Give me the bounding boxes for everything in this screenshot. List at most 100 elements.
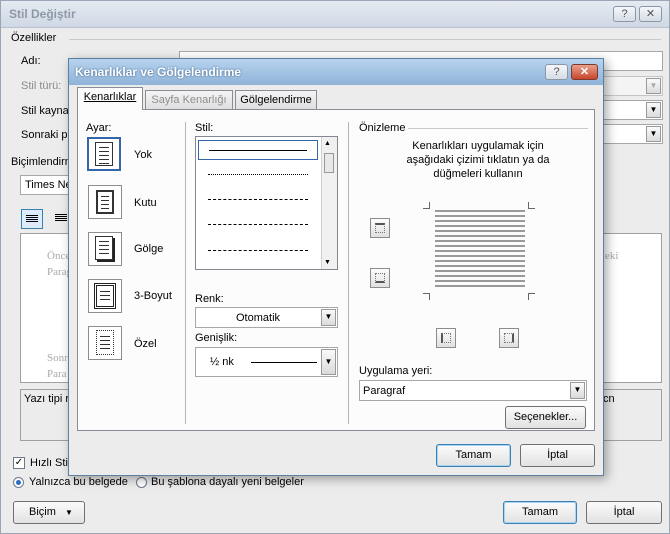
modify-style-titlebar: Stil Değiştir ? ✕ bbox=[1, 1, 669, 28]
borders-shading-dialog: Kenarlıklar ve Gölgelendirme ? ✕ Kenarlı… bbox=[68, 58, 604, 476]
apply-to-value: Paragraf bbox=[363, 385, 406, 397]
align-left-icon bbox=[26, 215, 38, 216]
chevron-down-icon[interactable]: ▼ bbox=[646, 102, 661, 118]
apply-to-select[interactable]: Paragraf ▼ bbox=[359, 380, 587, 401]
width-select[interactable]: ½ nk ▼ bbox=[195, 347, 338, 377]
align-center-icon[interactable] bbox=[55, 214, 67, 215]
preview-instructions: Kenarlıkları uygulamak için aşağıdaki çi… bbox=[406, 140, 550, 180]
left-border-button[interactable] bbox=[436, 328, 456, 348]
border-3d-icon bbox=[94, 283, 116, 309]
preview-text-lines bbox=[435, 210, 525, 288]
corner-mark bbox=[423, 202, 430, 209]
dashed-line-option[interactable] bbox=[208, 199, 308, 200]
chevron-down-icon[interactable]: ▼ bbox=[321, 349, 336, 375]
border-box-icon bbox=[96, 190, 114, 214]
help-button[interactable]: ? bbox=[613, 6, 636, 22]
color-value: Otomatik bbox=[236, 312, 281, 324]
properties-header: Özellikler bbox=[11, 32, 57, 44]
chevron-down-icon: ▼ bbox=[646, 78, 661, 94]
setting-none-button[interactable] bbox=[87, 137, 121, 171]
modify-style-title: Stil Değiştir bbox=[9, 7, 76, 21]
ok-button[interactable]: Tamam bbox=[503, 501, 577, 524]
style-list-scrollbar[interactable]: ▲ ▼ bbox=[321, 137, 337, 269]
chevron-down-icon[interactable]: ▼ bbox=[570, 382, 585, 399]
border-style-list[interactable]: ▲ ▼ bbox=[195, 136, 338, 270]
setting-box-button[interactable] bbox=[88, 185, 122, 219]
divider bbox=[185, 122, 186, 424]
scroll-thumb[interactable] bbox=[324, 153, 334, 173]
setting-custom-label: Özel bbox=[134, 338, 157, 350]
solid-line-icon bbox=[209, 150, 307, 151]
preview-text: Sonr bbox=[47, 352, 68, 364]
chevron-down-icon[interactable]: ▼ bbox=[646, 126, 661, 142]
chevron-down-icon[interactable]: ▼ bbox=[321, 309, 336, 326]
scroll-up-icon[interactable]: ▲ bbox=[324, 140, 331, 147]
width-label: Genişlik: bbox=[195, 332, 238, 344]
corner-mark bbox=[423, 293, 430, 300]
right-border-icon bbox=[504, 333, 514, 343]
tab-borders-label: Kenarlıklar bbox=[83, 91, 137, 103]
only-this-document-radio[interactable] bbox=[13, 477, 24, 488]
border-custom-icon bbox=[96, 330, 114, 355]
divider bbox=[69, 39, 661, 40]
preview-text: Önce bbox=[47, 250, 71, 262]
format-button[interactable]: Biçim ▼ bbox=[13, 501, 85, 524]
border-shadow-icon bbox=[95, 236, 113, 260]
formatting-header: Biçimlendirm bbox=[11, 156, 74, 168]
setting-none-label: Yok bbox=[134, 149, 152, 161]
align-left-button[interactable] bbox=[21, 209, 43, 229]
apply-to-label: Uygulama yeri: bbox=[359, 365, 433, 377]
scroll-down-icon[interactable]: ▼ bbox=[324, 259, 331, 266]
bottom-border-icon bbox=[375, 273, 385, 283]
divider bbox=[408, 128, 588, 129]
font-value: Times Ne bbox=[25, 179, 72, 191]
width-line-icon bbox=[251, 362, 317, 363]
cancel-button[interactable]: İptal bbox=[586, 501, 662, 524]
width-value: ½ nk bbox=[210, 356, 234, 368]
close-button[interactable]: ✕ bbox=[639, 6, 662, 22]
ok-button[interactable]: Tamam bbox=[436, 444, 511, 467]
borders-shading-title: Kenarlıklar ve Gölgelendirme bbox=[75, 65, 242, 79]
chevron-down-icon: ▼ bbox=[64, 508, 73, 517]
preview-text: Para bbox=[47, 368, 67, 380]
cancel-button[interactable]: İptal bbox=[520, 444, 595, 467]
setting-shadow-button[interactable] bbox=[88, 232, 122, 266]
top-border-button[interactable] bbox=[370, 218, 390, 238]
right-border-button[interactable] bbox=[499, 328, 519, 348]
name-label: Adı: bbox=[21, 55, 41, 67]
options-button[interactable]: Seçenekler... bbox=[505, 406, 586, 429]
close-button[interactable]: ✕ bbox=[571, 64, 598, 80]
dash-dot-line-option[interactable] bbox=[208, 250, 308, 251]
setting-custom-button[interactable] bbox=[88, 326, 122, 360]
add-quick-style-checkbox[interactable]: ✓ bbox=[13, 457, 25, 469]
style-option-selected[interactable] bbox=[198, 140, 318, 160]
setting-3d-label: 3-Boyut bbox=[134, 290, 172, 302]
only-this-document-label: Yalnızca bu belgede bbox=[29, 476, 128, 488]
style-type-label: Stil türü: bbox=[21, 80, 62, 92]
setting-label: Ayar: bbox=[86, 122, 112, 134]
setting-shadow-label: Gölge bbox=[134, 243, 164, 255]
corner-mark bbox=[528, 202, 535, 209]
tab-page-border[interactable]: Sayfa Kenarlığı bbox=[145, 90, 233, 110]
setting-3d-button[interactable] bbox=[88, 279, 122, 313]
color-label: Renk: bbox=[195, 293, 224, 305]
preview-text: eki bbox=[605, 250, 619, 262]
top-border-icon bbox=[375, 223, 385, 233]
setting-box-label: Kutu bbox=[134, 197, 157, 209]
borders-tab-panel: Ayar: Yok Kutu Gölge 3-Boyut Özel Stil: … bbox=[77, 109, 595, 431]
tab-borders[interactable]: Kenarlıklar bbox=[77, 87, 143, 110]
next-style-label: Sonraki pa bbox=[21, 129, 74, 141]
border-none-icon bbox=[95, 142, 113, 166]
new-documents-label: Bu şablona dayalı yeni belgeler bbox=[151, 476, 304, 488]
help-button[interactable]: ? bbox=[545, 64, 568, 80]
dotted-line-option[interactable] bbox=[208, 174, 308, 175]
color-select[interactable]: Otomatik ▼ bbox=[195, 307, 338, 328]
tab-shading[interactable]: Gölgelendirme bbox=[235, 90, 317, 110]
divider bbox=[348, 122, 349, 424]
left-border-icon bbox=[441, 333, 451, 343]
border-preview-diagram[interactable] bbox=[423, 202, 535, 300]
long-dash-line-option[interactable] bbox=[208, 224, 308, 225]
new-documents-radio[interactable] bbox=[136, 477, 147, 488]
bottom-border-button[interactable] bbox=[370, 268, 390, 288]
preview-label: Önizleme bbox=[359, 122, 406, 134]
